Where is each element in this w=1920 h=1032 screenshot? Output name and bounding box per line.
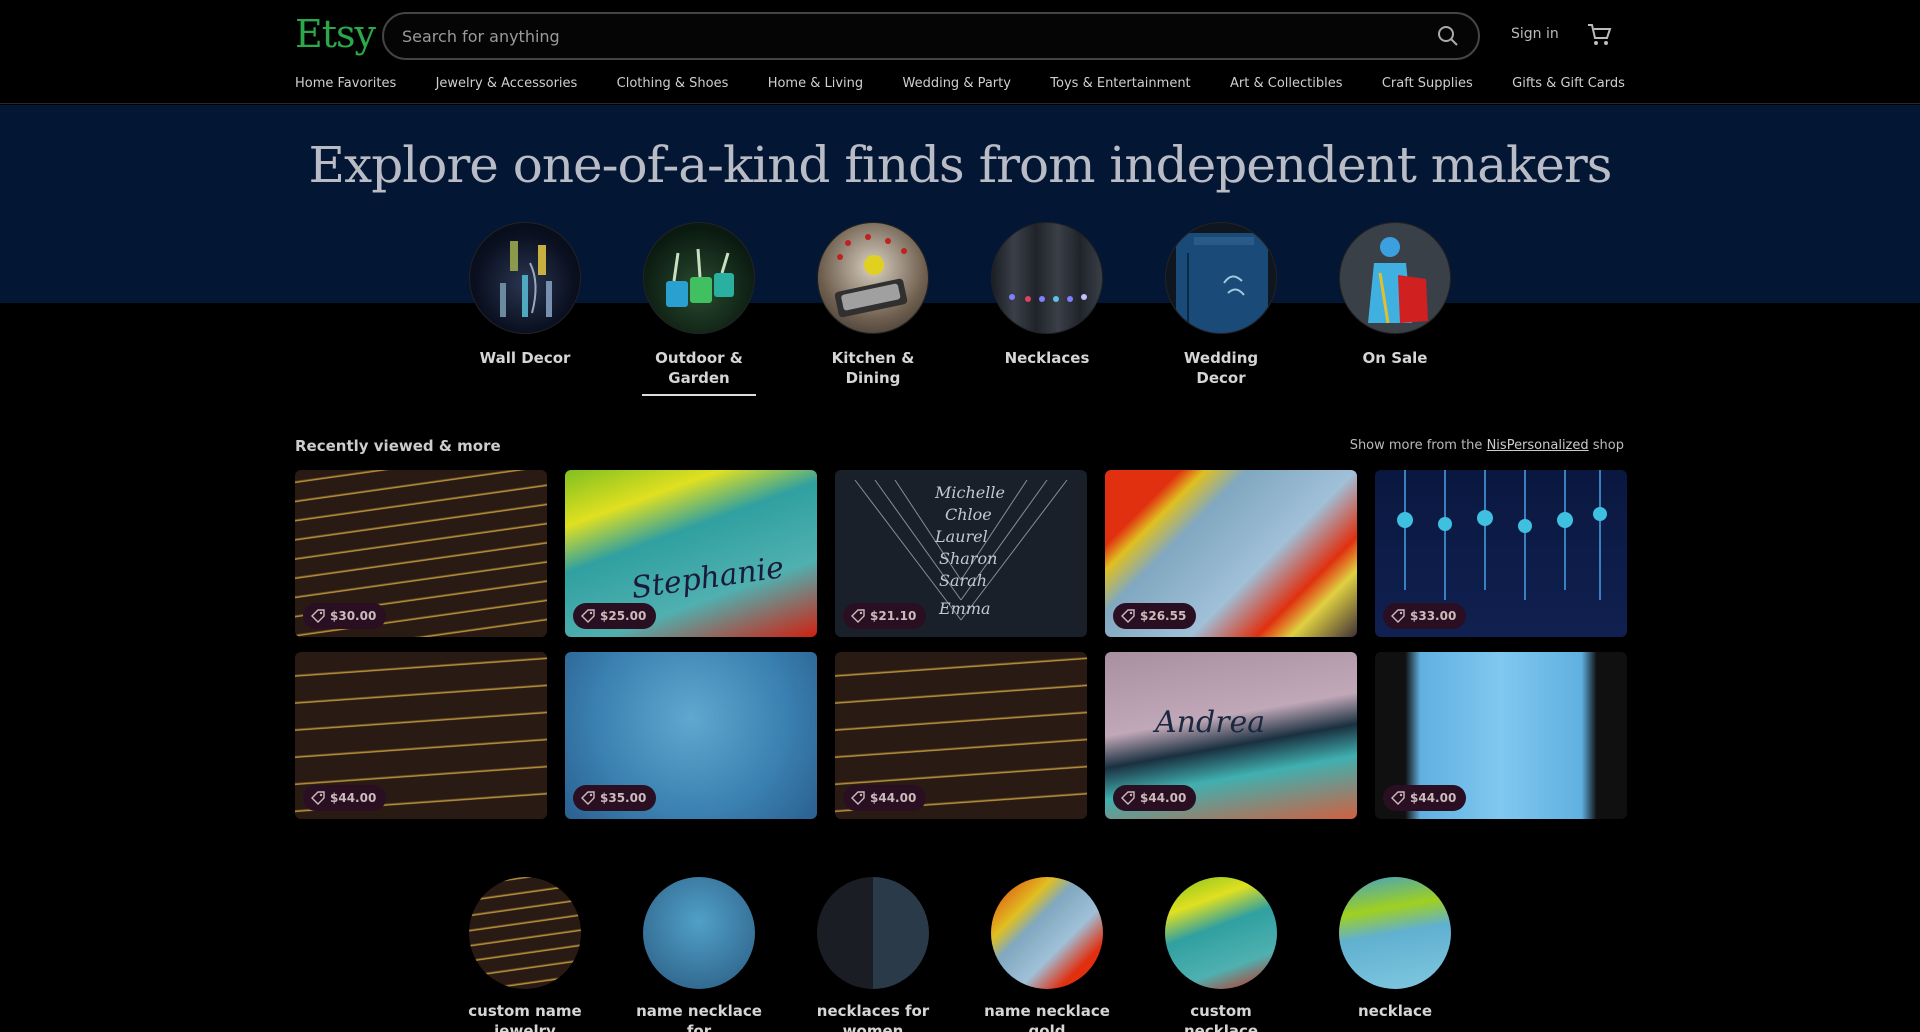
price-tag: $44.00 <box>843 785 927 811</box>
product-card[interactable]: $26.55 <box>1105 470 1357 637</box>
related-custom-name-jewelry[interactable]: custom name jewelry <box>455 877 595 1032</box>
category-label: Kitchen & Dining <box>831 349 915 387</box>
related-image <box>991 877 1103 989</box>
product-card[interactable]: $35.00 <box>565 652 817 819</box>
discount-tag-icon <box>581 791 595 805</box>
category-outdoor-garden[interactable]: Outdoor & Garden <box>642 222 756 396</box>
svg-text:Emma: Emma <box>938 599 991 618</box>
related-necklaces-for-women[interactable]: necklaces for women <box>803 877 943 1032</box>
product-card[interactable]: Stephanie $25.00 <box>565 470 817 637</box>
related-label: custom necklace <box>1183 1002 1259 1032</box>
category-image <box>1339 222 1451 334</box>
discount-tag-icon <box>851 609 865 623</box>
category-image <box>817 222 929 334</box>
category-image <box>1165 222 1277 334</box>
related-searches: custom name jewelry name necklace for ne… <box>468 877 1453 1032</box>
discount-tag-icon <box>1121 791 1135 805</box>
recently-viewed-title: Recently viewed & more <box>295 437 501 455</box>
sign-in-link[interactable]: Sign in <box>1511 26 1559 42</box>
discount-tag-icon <box>1121 609 1135 623</box>
category-kitchen-dining[interactable]: Kitchen & Dining <box>816 222 930 388</box>
related-name-necklace-gold[interactable]: name necklace gold <box>977 877 1117 1032</box>
price-tag: $21.10 <box>843 603 927 629</box>
category-wall-decor[interactable]: Wall Decor <box>468 222 582 368</box>
nav-craft-supplies[interactable]: Craft Supplies <box>1382 76 1473 96</box>
svg-text:Laurel: Laurel <box>934 527 988 546</box>
search-icon[interactable] <box>1436 24 1460 48</box>
related-image <box>643 877 755 989</box>
nav-toys-entertainment[interactable]: Toys & Entertainment <box>1050 76 1190 96</box>
related-image <box>1339 877 1451 989</box>
price-tag: $25.00 <box>573 603 657 629</box>
price-tag: $35.00 <box>573 785 657 811</box>
discount-tag-icon <box>311 791 325 805</box>
nav-clothing-shoes[interactable]: Clothing & Shoes <box>617 76 729 96</box>
shop-link[interactable]: NisPersonalized <box>1487 438 1589 453</box>
discount-tag-icon <box>1391 609 1405 623</box>
svg-text:Michelle: Michelle <box>934 483 1005 502</box>
discount-tag-icon <box>1391 791 1405 805</box>
category-label: Wedding Decor <box>1183 349 1259 387</box>
search-bar[interactable] <box>382 12 1480 60</box>
discount-tag-icon <box>311 609 325 623</box>
related-image <box>817 877 929 989</box>
featured-categories: Wall Decor Outdoor & Garden Kitchen & Dini… <box>468 222 1453 402</box>
nav-home-living[interactable]: Home & Living <box>768 76 863 96</box>
discount-tag-icon <box>581 609 595 623</box>
search-input[interactable] <box>402 14 1402 58</box>
site-header: Etsy Sign in Home Favorites Jewelry & Ac… <box>0 0 1920 104</box>
category-label: Outdoor & Garden <box>655 349 743 387</box>
product-card[interactable]: $44.00 <box>835 652 1087 819</box>
price-tag: $30.00 <box>303 603 387 629</box>
category-nav: Home Favorites Jewelry & Accessories Clo… <box>295 76 1625 96</box>
svg-text:Sharon: Sharon <box>939 549 997 568</box>
svg-text:Sarah: Sarah <box>939 571 987 590</box>
nav-art-collectibles[interactable]: Art & Collectibles <box>1230 76 1342 96</box>
category-wedding-decor[interactable]: Wedding Decor <box>1164 222 1278 388</box>
category-image <box>643 222 755 334</box>
svg-text:Andrea: Andrea <box>1152 705 1265 740</box>
active-underline <box>642 394 756 396</box>
related-custom-necklace[interactable]: custom necklace <box>1151 877 1291 1032</box>
related-label: necklace <box>1357 1002 1433 1020</box>
product-card[interactable]: $33.00 <box>1375 470 1627 637</box>
category-necklaces[interactable]: Necklaces <box>990 222 1104 368</box>
category-on-sale[interactable]: On Sale <box>1338 222 1452 368</box>
price-tag: $33.00 <box>1383 603 1467 629</box>
product-card[interactable]: $30.00 <box>295 470 547 637</box>
price-tag: $44.00 <box>1113 785 1197 811</box>
related-image <box>1165 877 1277 989</box>
discount-tag-icon <box>851 791 865 805</box>
related-label: name necklace for <box>636 1002 762 1032</box>
category-label: Wall Decor <box>479 349 571 367</box>
related-image <box>469 877 581 989</box>
etsy-logo[interactable]: Etsy <box>295 12 376 56</box>
category-image <box>991 222 1103 334</box>
product-card[interactable]: $44.00 <box>295 652 547 819</box>
related-necklace[interactable]: necklace <box>1325 877 1465 1021</box>
hero-title: Explore one-of-a-kind finds from indepen… <box>308 136 1613 194</box>
price-tag: $44.00 <box>1383 785 1467 811</box>
nav-jewelry-accessories[interactable]: Jewelry & Accessories <box>436 76 578 96</box>
related-label: custom name jewelry <box>468 1002 582 1032</box>
svg-text:Stephanie: Stephanie <box>629 550 786 606</box>
show-more-shop: Show more from the NisPersonalized shop <box>1349 438 1624 453</box>
category-label: Necklaces <box>1004 349 1090 367</box>
price-tag: $44.00 <box>303 785 387 811</box>
category-image <box>469 222 581 334</box>
category-label: On Sale <box>1362 349 1428 367</box>
cart-icon[interactable] <box>1585 20 1613 48</box>
related-label: necklaces for women <box>816 1002 930 1032</box>
nav-wedding-party[interactable]: Wedding & Party <box>902 76 1010 96</box>
svg-text:Chloe: Chloe <box>945 505 992 524</box>
price-tag: $26.55 <box>1113 603 1197 629</box>
product-card[interactable]: $44.00 <box>1375 652 1627 819</box>
product-card[interactable]: Andrea $44.00 <box>1105 652 1357 819</box>
related-label: name necklace gold <box>984 1002 1110 1032</box>
related-name-necklace-for[interactable]: name necklace for <box>629 877 769 1032</box>
nav-gifts-gift-cards[interactable]: Gifts & Gift Cards <box>1512 76 1625 96</box>
product-card[interactable]: Michelle Chloe Laurel Sharon Sarah Emma $21.1… <box>835 470 1087 637</box>
nav-home-favorites[interactable]: Home Favorites <box>295 76 396 96</box>
